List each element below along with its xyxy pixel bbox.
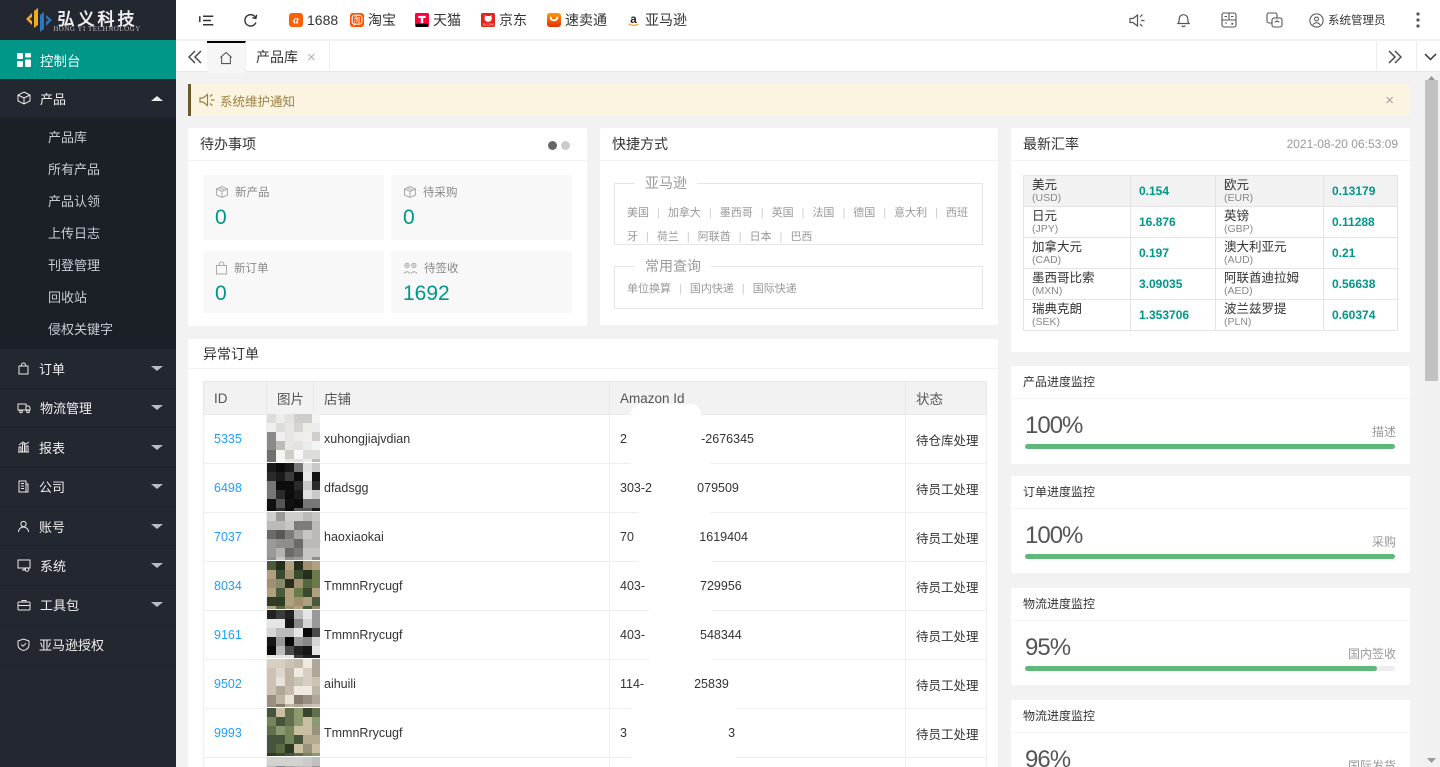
svg-text:a: a	[630, 13, 637, 26]
svg-text:淘: 淘	[354, 15, 361, 24]
svg-text:JD.COM: JD.COM	[482, 23, 494, 27]
svg-text:a: a	[293, 15, 299, 27]
